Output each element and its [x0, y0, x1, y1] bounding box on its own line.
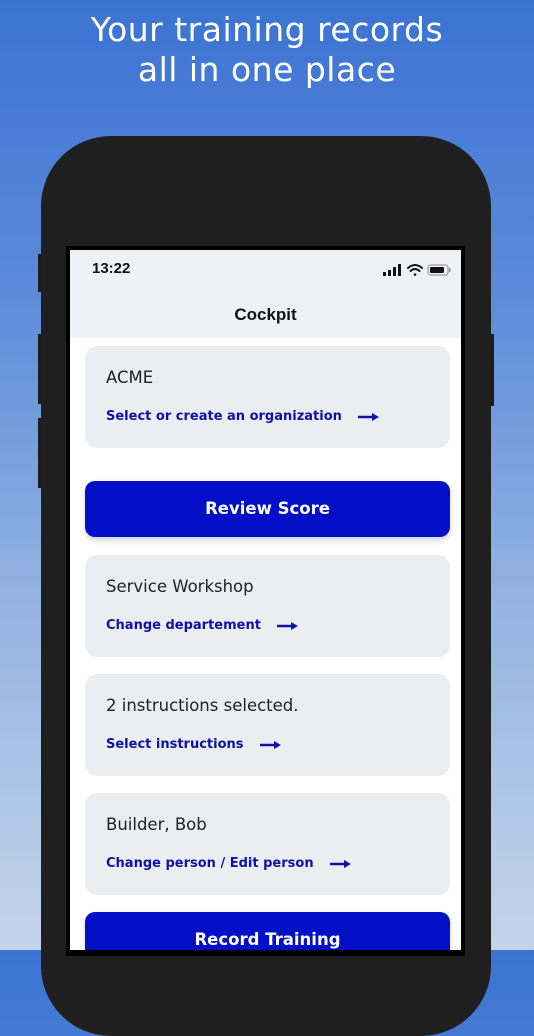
review-score-button[interactable]: Review Score — [85, 481, 450, 537]
department-card: Service Workshop Change departement — [85, 555, 450, 657]
person-card: Builder, Bob Change person / Edit person — [85, 793, 450, 895]
instructions-summary: 2 instructions selected. — [106, 696, 299, 715]
status-icons — [383, 262, 453, 276]
select-organization-label: Select or create an organization — [106, 409, 342, 424]
change-department-link[interactable]: Change departement — [106, 618, 299, 633]
department-name: Service Workshop — [106, 577, 254, 596]
headline: Your training records all in one place — [0, 10, 534, 90]
headline-line-2: all in one place — [137, 50, 397, 89]
select-organization-link[interactable]: Select or create an organization — [106, 409, 380, 424]
change-department-label: Change departement — [106, 618, 261, 633]
status-time: 13:22 — [92, 260, 131, 277]
instructions-card: 2 instructions selected. Select instruct… — [85, 674, 450, 776]
nav-bar: Cockpit — [70, 290, 461, 338]
app-screen: 13:22 Cockpit ACME Select or create an o… — [70, 250, 461, 950]
organization-name: ACME — [106, 368, 154, 387]
arrow-right-icon — [276, 621, 298, 630]
select-instructions-label: Select instructions — [106, 737, 244, 752]
status-bar: 13:22 — [70, 250, 461, 290]
arrow-right-icon — [259, 740, 281, 749]
record-training-button[interactable]: Record Training — [85, 912, 450, 950]
person-name: Builder, Bob — [106, 815, 207, 834]
change-person-link[interactable]: Change person / Edit person — [106, 856, 352, 871]
cellular-signal-icon — [383, 264, 401, 276]
wifi-icon — [407, 264, 423, 276]
select-instructions-link[interactable]: Select instructions — [106, 737, 282, 752]
change-person-label: Change person / Edit person — [106, 856, 314, 871]
page-title: Cockpit — [234, 305, 297, 324]
organization-card: ACME Select or create an organization — [85, 346, 450, 448]
battery-icon — [427, 264, 451, 276]
arrow-right-icon — [329, 859, 351, 868]
headline-line-1: Your training records — [90, 10, 444, 49]
arrow-right-icon — [357, 412, 379, 421]
